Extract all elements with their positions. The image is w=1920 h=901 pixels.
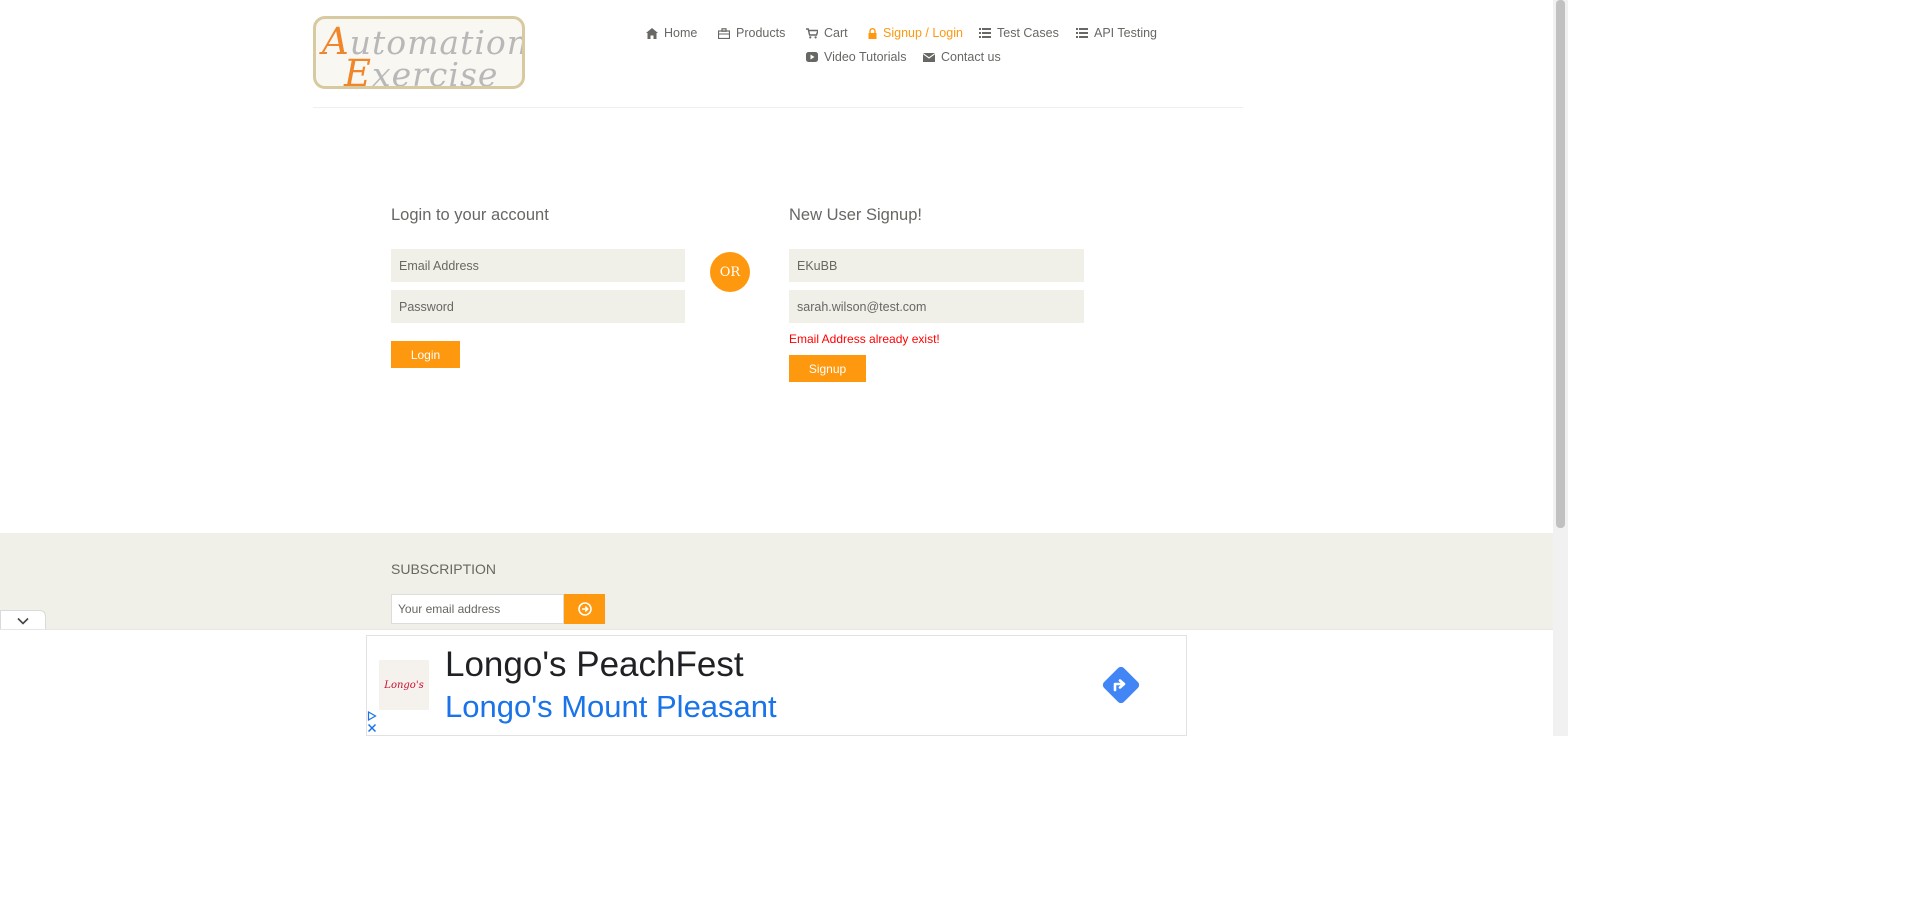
shopping-cart-icon	[806, 27, 818, 38]
signup-name-input[interactable]	[789, 249, 1084, 282]
nav-signup-login[interactable]: Signup / Login	[868, 26, 963, 40]
login-email-input[interactable]	[391, 249, 685, 282]
nav-api-testing-label: API Testing	[1094, 26, 1158, 40]
nav-test-cases[interactable]: Test Cases	[979, 26, 1059, 40]
briefcase-icon	[718, 27, 730, 39]
login-password-input[interactable]	[391, 290, 685, 323]
ad-collapse-toggle[interactable]	[0, 610, 46, 630]
signup-email-input[interactable]	[789, 290, 1084, 323]
nav-contact-us-label: Contact us	[941, 50, 1001, 64]
list-icon	[979, 28, 991, 38]
ad-title[interactable]: Longo's PeachFest	[445, 645, 744, 685]
ad-choices-icon[interactable]	[367, 711, 377, 721]
page-scrollbar-thumb[interactable]	[1556, 0, 1565, 528]
youtube-play-icon	[806, 52, 818, 62]
nav-home-label: Home	[664, 26, 698, 40]
footer-band	[0, 533, 1553, 638]
nav-api-testing[interactable]: API Testing	[1076, 26, 1157, 40]
nav-test-cases-label: Test Cases	[997, 26, 1059, 40]
directions-icon[interactable]	[1101, 665, 1141, 705]
nav-video-tutorials-label: Video Tutorials	[824, 50, 907, 64]
nav-video-tutorials[interactable]: Video Tutorials	[806, 50, 906, 64]
site-logo[interactable]: Automation Exercise	[313, 16, 525, 89]
nav-home[interactable]: Home	[646, 26, 697, 40]
subscription-email-input[interactable]	[391, 594, 564, 624]
header-divider	[313, 107, 1243, 108]
login-form-title: Login to your account	[391, 206, 549, 224]
signup-error-message: Email Address already exist!	[789, 332, 940, 346]
chevron-down-icon	[17, 617, 29, 625]
nav-cart[interactable]: Cart	[806, 26, 848, 40]
list-icon	[1076, 28, 1088, 38]
ad-subtitle[interactable]: Longo's Mount Pleasant	[445, 689, 777, 725]
nav-cart-label: Cart	[824, 26, 848, 40]
arrow-circle-right-icon	[577, 602, 592, 616]
ad-brand-logo[interactable]: Longo's	[379, 660, 429, 710]
envelope-icon	[923, 52, 935, 62]
nav-signup-login-label: Signup / Login	[883, 26, 963, 40]
subscription-title: SUBSCRIPTION	[391, 561, 497, 577]
lock-icon	[868, 27, 877, 39]
login-button[interactable]: Login	[391, 341, 460, 368]
nav-products-label: Products	[736, 26, 786, 40]
nav-contact-us[interactable]: Contact us	[923, 50, 1001, 64]
signup-form-title: New User Signup!	[789, 206, 922, 224]
home-icon	[646, 27, 658, 39]
subscribe-button[interactable]	[564, 594, 605, 624]
logo-line-2: Exercise	[344, 52, 499, 89]
or-divider-badge: OR	[710, 252, 750, 292]
signup-button[interactable]: Signup	[789, 355, 866, 382]
close-icon[interactable]	[367, 723, 377, 733]
nav-products[interactable]: Products	[718, 26, 785, 40]
